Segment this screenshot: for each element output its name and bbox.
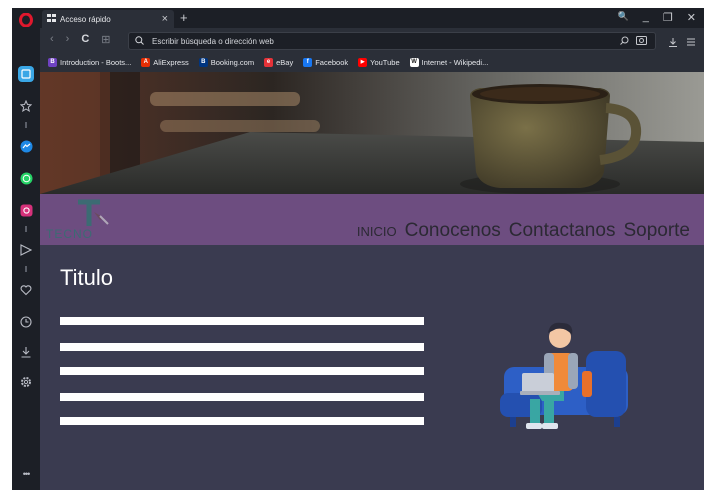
page-viewport: TECNO INICIO Conocenos Contactanos Sopor… bbox=[40, 72, 704, 490]
tab-bar: Acceso rápido × + 🔍 _ ❐ ✕ bbox=[40, 8, 704, 28]
nav-buttons: ‹ › C ⊞ bbox=[50, 33, 111, 46]
speed-dial-icon[interactable] bbox=[18, 66, 34, 82]
tab-close-icon[interactable]: × bbox=[162, 13, 168, 25]
search-tabs-icon[interactable]: 🔍 bbox=[618, 11, 629, 24]
more-options-icon[interactable]: ••• bbox=[16, 464, 36, 484]
instagram-icon[interactable] bbox=[16, 200, 36, 220]
person-on-sofa-illustration bbox=[500, 322, 628, 429]
search-icon bbox=[135, 35, 144, 47]
bookmark-wikipedia[interactable]: W Internet - Wikipedi... bbox=[409, 57, 489, 67]
maximize-button[interactable]: ❐ bbox=[663, 11, 673, 24]
site-navbar: TECNO INICIO Conocenos Contactanos Sopor… bbox=[40, 194, 704, 245]
placeholder-text-line bbox=[60, 317, 424, 325]
bookmark-label: AliExpress bbox=[153, 57, 189, 67]
snapshot-icon[interactable] bbox=[636, 35, 647, 47]
placeholder-text-line bbox=[60, 343, 424, 351]
site-nav-links: INICIO Conocenos Contactanos Soporte bbox=[357, 220, 690, 242]
bookmark-bootstrap[interactable]: B Introduction - Boots... bbox=[48, 57, 132, 67]
star-icon[interactable] bbox=[16, 96, 36, 116]
bookmark-youtube[interactable]: ▶ YouTube bbox=[358, 57, 400, 67]
wikipedia-icon: W bbox=[409, 57, 419, 67]
tab-acceso-rapido[interactable]: Acceso rápido × bbox=[42, 10, 174, 28]
sidebar-separator bbox=[25, 266, 27, 272]
tabs-grid-icon[interactable]: ⊞ bbox=[101, 33, 110, 46]
browser-sidebar: ••• bbox=[12, 8, 40, 490]
back-button[interactable]: ‹ bbox=[50, 33, 54, 46]
bookmark-label: eBay bbox=[276, 57, 294, 67]
nav-link-inicio[interactable]: INICIO bbox=[357, 224, 397, 239]
lens-search-icon[interactable] bbox=[620, 36, 629, 47]
site-logo[interactable]: TECNO bbox=[46, 198, 136, 242]
messenger-icon[interactable] bbox=[16, 136, 36, 156]
minimize-button[interactable]: _ bbox=[643, 11, 649, 24]
placeholder-text-line bbox=[60, 367, 424, 375]
bookmark-label: Booking.com bbox=[210, 57, 255, 67]
clock-icon[interactable] bbox=[16, 312, 36, 332]
bookmark-booking[interactable]: B Booking.com bbox=[198, 57, 255, 67]
page-title: Titulo bbox=[60, 265, 113, 290]
bookmark-aliexpress[interactable]: A AliExpress bbox=[141, 57, 189, 67]
placeholder-text-line bbox=[60, 393, 424, 401]
booking-icon: B bbox=[198, 57, 208, 67]
placeholder-text-line bbox=[60, 417, 424, 425]
close-window-button[interactable]: ✕ bbox=[687, 11, 696, 24]
speed-dial-tab-icon bbox=[47, 14, 56, 24]
bookmarks-bar: B Introduction - Boots... A AliExpress B… bbox=[40, 52, 704, 72]
bookmark-label: Internet - Wikipedi... bbox=[421, 57, 489, 67]
forward-button[interactable]: › bbox=[66, 33, 70, 46]
tab-title: Acceso rápido bbox=[60, 14, 111, 24]
whatsapp-icon[interactable] bbox=[16, 168, 36, 188]
bookmark-label: Introduction - Boots... bbox=[60, 57, 132, 67]
opera-logo-icon[interactable] bbox=[16, 10, 36, 30]
bookmark-label: Facebook bbox=[315, 57, 349, 67]
new-tab-button[interactable]: + bbox=[180, 10, 188, 25]
ebay-icon: e bbox=[264, 57, 274, 67]
browser-window: ••• Acceso rápido × + 🔍 _ ❐ ✕ ‹ › C ⊞ Es… bbox=[12, 8, 704, 490]
hero-image-coffee bbox=[40, 72, 704, 194]
settings-icon[interactable] bbox=[16, 372, 36, 392]
content-section: Titulo bbox=[40, 245, 704, 490]
facebook-icon: f bbox=[303, 57, 313, 67]
downloads-icon[interactable] bbox=[668, 34, 678, 52]
bookmark-ebay[interactable]: e eBay bbox=[264, 57, 294, 67]
logo-text: TECNO bbox=[46, 227, 93, 241]
bookmark-label: YouTube bbox=[370, 57, 400, 67]
heart-icon[interactable] bbox=[16, 280, 36, 300]
address-input[interactable]: Escribir búsqueda o dirección web bbox=[152, 37, 274, 46]
nav-link-soporte[interactable]: Soporte bbox=[623, 220, 690, 242]
nav-link-contactanos[interactable]: Contactanos bbox=[509, 220, 616, 242]
logo-mark-icon bbox=[78, 199, 109, 226]
bookmark-facebook[interactable]: f Facebook bbox=[303, 57, 349, 67]
sidebar-separator bbox=[25, 226, 27, 232]
bootstrap-icon: B bbox=[48, 57, 57, 67]
window-controls: 🔍 _ ❐ ✕ bbox=[618, 11, 696, 24]
easy-setup-icon[interactable] bbox=[686, 34, 696, 52]
nav-link-conocenos[interactable]: Conocenos bbox=[405, 220, 501, 242]
download-icon[interactable] bbox=[16, 342, 36, 362]
sidebar-separator bbox=[25, 122, 27, 128]
send-icon[interactable] bbox=[16, 240, 36, 260]
address-toolbar: ‹ › C ⊞ Escribir búsqueda o dirección we… bbox=[40, 28, 704, 52]
address-bar[interactable]: Escribir búsqueda o dirección web bbox=[128, 32, 656, 50]
reload-button[interactable]: C bbox=[81, 33, 89, 46]
youtube-icon: ▶ bbox=[358, 57, 368, 67]
aliexpress-icon: A bbox=[141, 57, 151, 67]
